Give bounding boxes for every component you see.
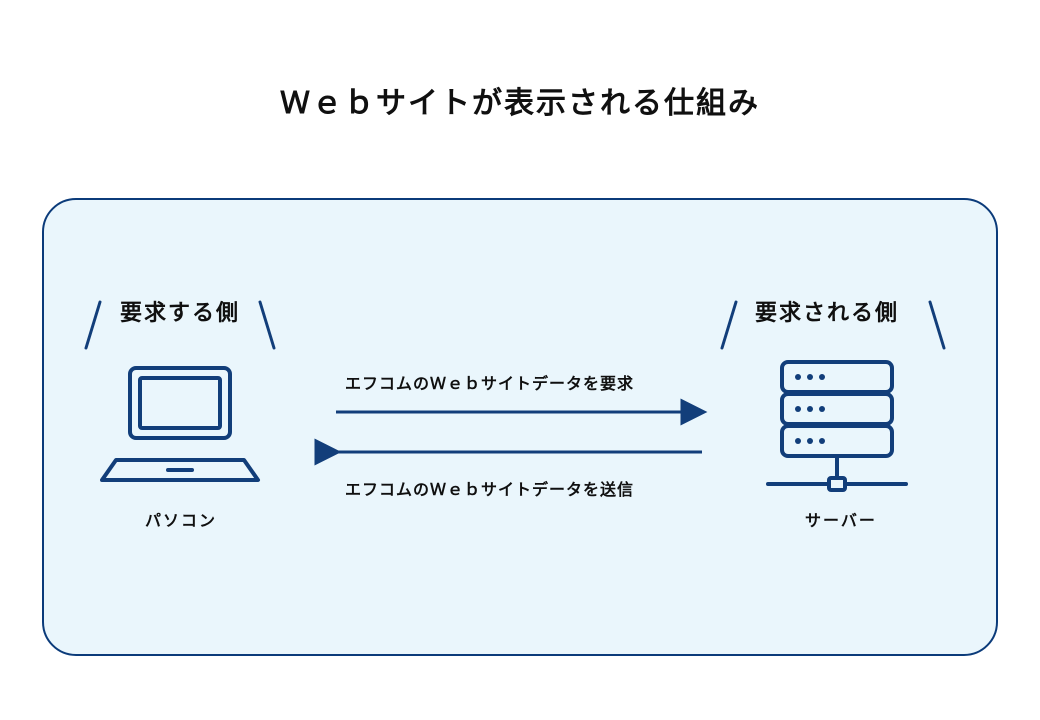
diagram-canvas: Ｗｅｂサイトが表示される仕組み 要求する側 要求される側 エフコムのＷｅｂサイト…	[0, 0, 1040, 720]
caption-server: サーバー	[805, 507, 877, 531]
caption-client: パソコン	[145, 507, 217, 531]
arrow-label-request: エフコムのＷｅｂサイトデータを要求	[345, 370, 634, 394]
role-label-client: 要求する側	[120, 295, 240, 327]
role-label-server: 要求される側	[755, 295, 899, 327]
diagram-title: Ｗｅｂサイトが表示される仕組み	[0, 78, 1040, 122]
arrow-label-response: エフコムのＷｅｂサイトデータを送信	[345, 476, 634, 500]
diagram-panel	[42, 198, 998, 656]
